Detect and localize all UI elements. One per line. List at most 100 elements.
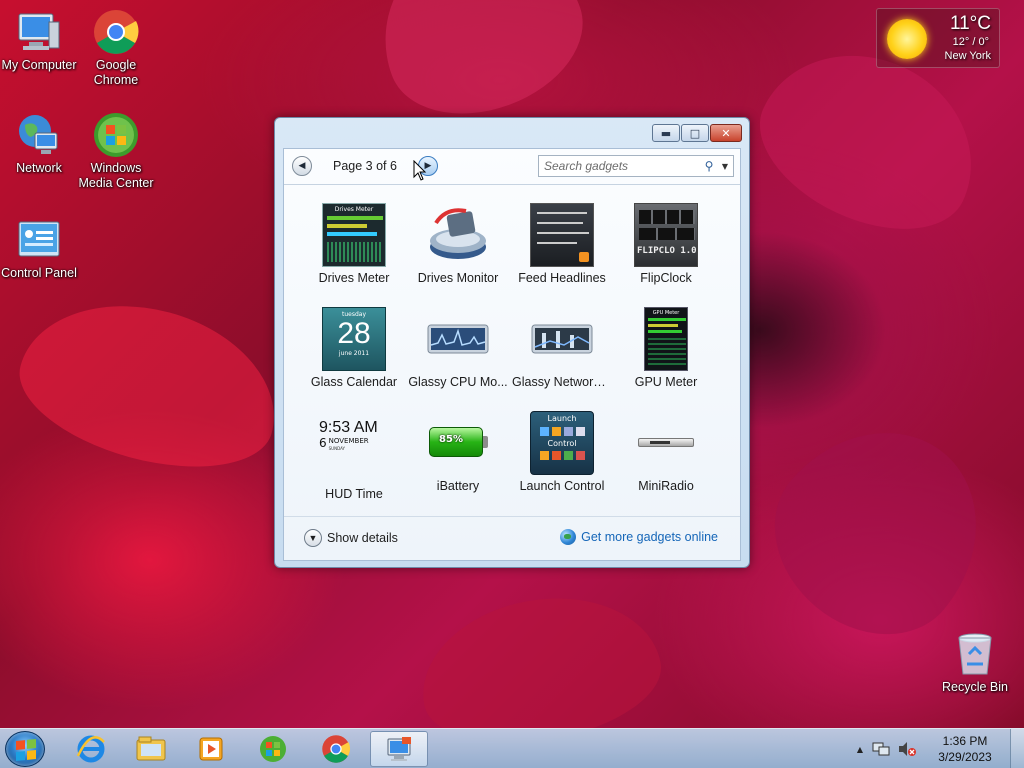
recycle-bin-icon	[951, 630, 999, 678]
desktop-icon-label: Control Panel	[1, 266, 77, 280]
gadget-tile[interactable]: GPU Meter GPU Meter	[614, 301, 718, 391]
gadget-label: Feed Headlines	[518, 271, 606, 285]
taskbar-clock[interactable]: 1:36 PM 3/29/2023	[920, 733, 1010, 765]
hud-weekday: SUNDAY	[328, 446, 345, 451]
search-input[interactable]	[539, 156, 701, 176]
gadget-label: Drives Meter	[318, 271, 390, 285]
desktop-icon-my-computer[interactable]: My Computer	[0, 8, 82, 73]
feed-headlines-icon	[530, 203, 594, 267]
taskbar-media-player[interactable]	[182, 731, 240, 767]
gadget-tile[interactable]: Feed Headlines	[510, 197, 614, 287]
wallpaper-petal	[5, 278, 295, 492]
volume-muted-icon[interactable]	[897, 740, 917, 758]
minimize-icon: ▬	[660, 126, 672, 140]
desktop-icon-google-chrome[interactable]: Google Chrome	[73, 8, 159, 88]
network-status-icon[interactable]	[871, 740, 891, 758]
network-icon	[15, 111, 63, 159]
close-button[interactable]: ✕	[710, 124, 742, 142]
gadget-tile[interactable]: Drives Monitor	[406, 197, 510, 287]
gadget-tile[interactable]: FLIPCLO 1.0 FlipClock	[614, 197, 718, 287]
desktop-icon-label: Google Chrome	[93, 58, 139, 87]
flipclock-icon: FLIPCLO 1.0	[634, 203, 698, 267]
control-panel-icon	[15, 216, 63, 264]
get-more-gadgets-link[interactable]: Get more gadgets online	[560, 529, 718, 545]
desktop-icon-label: Network	[16, 161, 62, 175]
desktop-icon-label: Recycle Bin	[942, 680, 1008, 694]
gadget-tile[interactable]: 9:53 AM 6 NOVEMBER SUNDAY HUD Time	[302, 405, 406, 501]
desktop-icon-recycle-bin[interactable]: Recycle Bin	[932, 630, 1018, 695]
weather-gadget[interactable]: 11°C 12° / 0° New York	[876, 8, 1000, 68]
media-player-icon	[199, 737, 223, 761]
taskbar: ▲ 1:36 PM 3/29/2023	[0, 728, 1024, 768]
glassy-cpu-icon	[426, 307, 490, 371]
gadget-tile[interactable]: MiniRadio	[614, 405, 718, 495]
chrome-icon	[322, 735, 351, 763]
gpu-meter-title: GPU Meter	[652, 310, 680, 316]
gadget-label: FlipClock	[640, 271, 692, 285]
ibattery-icon: 85%	[426, 411, 490, 475]
show-details-label: Show details	[327, 531, 398, 545]
gadget-label: Drives Monitor	[417, 271, 499, 285]
wallpaper-petal	[739, 389, 1021, 671]
search-dropdown-icon[interactable]: ▼	[717, 162, 733, 171]
calendar-month: june 2011	[338, 350, 370, 357]
gadget-label: Glassy Network ...	[512, 375, 614, 389]
system-tray: ▲ 1:36 PM 3/29/2023	[852, 729, 1024, 768]
media-center-icon	[92, 111, 140, 159]
gadget-tile[interactable]: Glassy CPU Mo...	[406, 301, 510, 391]
desktop-icon-windows-media-center[interactable]: Windows Media Center	[73, 111, 159, 191]
internet-explorer-icon	[76, 735, 105, 763]
chrome-icon	[92, 8, 140, 56]
hud-time-value: 9:53 AM	[319, 419, 378, 436]
flipclock-digits: FLIPCLO 1.0	[637, 246, 697, 256]
taskbar-internet-explorer[interactable]	[62, 731, 120, 767]
launch-subtitle: Control	[547, 439, 577, 448]
chevron-down-icon: ▼	[304, 529, 322, 547]
clock-date: 3/29/2023	[938, 750, 992, 764]
drives-meter-icon: Drives Meter	[322, 203, 386, 267]
previous-page-button[interactable]: ◀	[292, 156, 312, 176]
toolbar-divider	[284, 184, 740, 185]
gadget-label: Launch Control	[519, 479, 605, 493]
gadget-label: GPU Meter	[634, 375, 698, 389]
taskbar-desktop-gadgets[interactable]	[370, 731, 428, 767]
drives-monitor-icon	[426, 203, 490, 267]
get-more-gadgets-label: Get more gadgets online	[581, 530, 718, 544]
gpu-meter-icon: GPU Meter	[644, 307, 688, 371]
hud-date-number: 6	[319, 436, 327, 450]
taskbar-windows-explorer[interactable]	[122, 731, 180, 767]
gadget-tile[interactable]: 85% iBattery	[406, 405, 510, 495]
gadget-label: HUD Time	[325, 487, 383, 501]
desktop-icon-control-panel[interactable]: Control Panel	[0, 216, 82, 281]
desktop-icon-label: My Computer	[1, 58, 77, 72]
gadget-label: iBattery	[436, 479, 480, 493]
taskbar-media-center[interactable]	[244, 731, 302, 767]
show-desktop-button[interactable]	[1010, 729, 1024, 768]
page-indicator: Page 3 of 6	[333, 159, 397, 173]
drives-meter-title: Drives Meter	[334, 206, 374, 213]
sun-icon	[887, 19, 927, 59]
miniradio-icon	[634, 411, 698, 475]
show-details-button[interactable]: ▼ Show details	[304, 529, 398, 547]
start-button[interactable]	[5, 731, 45, 767]
maximize-button[interactable]: □	[681, 124, 709, 142]
window-caption-buttons: ▬ □ ✕	[652, 124, 742, 142]
minimize-button[interactable]: ▬	[652, 124, 680, 142]
gadget-label: Glassy CPU Mo...	[408, 375, 508, 389]
gadget-tile[interactable]: tuesday 28 june 2011 Glass Calendar	[302, 301, 406, 391]
globe-icon	[560, 529, 577, 545]
gadget-tile[interactable]: Launch Control Launch Control	[510, 405, 614, 495]
search-icon[interactable]: ⚲	[701, 159, 717, 173]
gallery-footer: ▼ Show details Get more gadgets online	[284, 516, 740, 560]
close-icon: ✕	[721, 126, 731, 140]
gadgets-icon	[387, 737, 411, 761]
gadget-tile[interactable]: Drives Meter Drives Meter	[302, 197, 406, 287]
weather-temperature: 11°C	[949, 13, 991, 34]
search-box: ⚲ ▼	[538, 155, 734, 177]
desktop-icon-network[interactable]: Network	[0, 111, 82, 176]
show-hidden-icons-button[interactable]: ▲	[852, 745, 868, 754]
taskbar-google-chrome[interactable]	[307, 731, 365, 767]
mouse-cursor-icon	[413, 160, 427, 181]
desktop-icon-label: Windows Media Center	[78, 161, 154, 190]
gadget-tile[interactable]: Glassy Network ...	[510, 301, 614, 391]
